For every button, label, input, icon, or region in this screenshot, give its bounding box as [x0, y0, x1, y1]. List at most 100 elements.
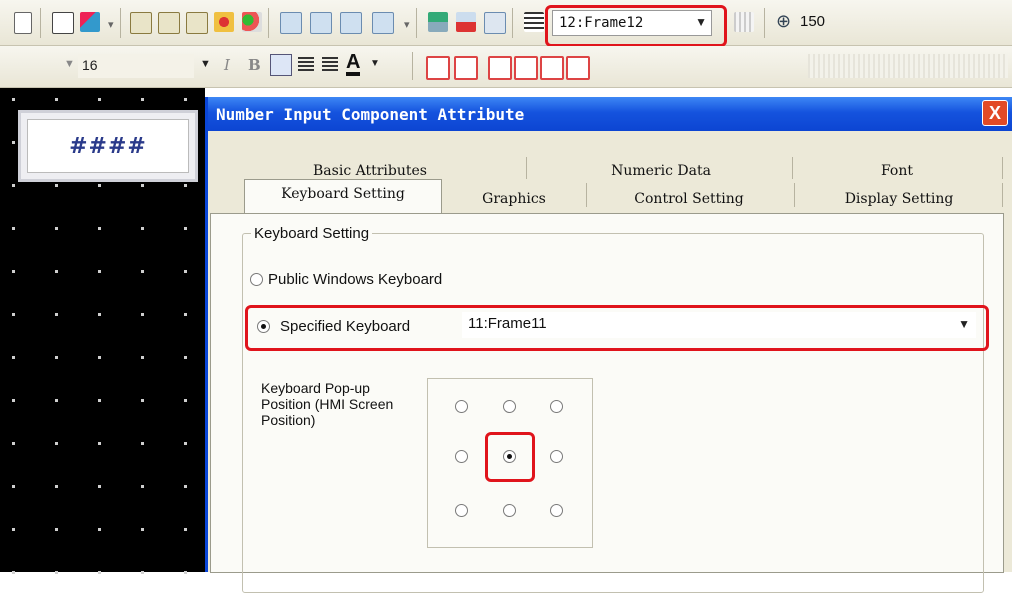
grid-icon[interactable] — [734, 12, 754, 32]
pattern-palette[interactable] — [808, 54, 1008, 78]
font-color-button[interactable]: A — [346, 52, 361, 76]
frame2-icon[interactable] — [340, 12, 362, 34]
link-icon[interactable] — [372, 12, 394, 34]
dialog-title: Number Input Component Attribute — [216, 105, 525, 124]
font-size-select[interactable]: 16 — [78, 54, 194, 78]
screen-canvas[interactable]: #### — [0, 88, 205, 574]
canvas-grid-dot — [12, 184, 15, 187]
public-keyboard-label[interactable]: Public Windows Keyboard — [268, 271, 442, 288]
delete-screen-icon[interactable] — [456, 12, 476, 32]
radio-bottom-center[interactable] — [503, 504, 516, 517]
canvas-grid-dot — [12, 227, 15, 230]
radio-bottom-left[interactable] — [455, 504, 468, 517]
canvas-grid-dot — [98, 98, 101, 101]
text-style3-icon[interactable] — [488, 56, 512, 80]
canvas-grid-dot — [12, 528, 15, 531]
canvas-grid-dot — [141, 313, 144, 316]
dialog-titlebar: Number Input Component Attribute X — [208, 97, 1012, 131]
tab-graphics[interactable]: Graphics — [444, 191, 584, 207]
highlight-middle-center — [485, 432, 535, 482]
bold-button[interactable]: B — [248, 56, 261, 74]
text-style5-icon[interactable] — [540, 56, 564, 80]
align-center-icon[interactable] — [298, 57, 314, 73]
add-screen-icon[interactable] — [428, 12, 448, 32]
canvas-grid-dot — [55, 399, 58, 402]
table-icon[interactable] — [524, 12, 544, 32]
canvas-grid-dot — [184, 399, 187, 402]
tab-display-setting[interactable]: Display Setting — [794, 191, 1004, 207]
chevron-down-icon[interactable]: ▼ — [64, 58, 75, 70]
highlight-frame-select — [545, 5, 727, 47]
popup-position-label: Keyboard Pop-up Position (HMI Screen Pos… — [261, 380, 394, 428]
radio-middle-right[interactable] — [550, 450, 563, 463]
canvas-grid-dot — [184, 571, 187, 574]
radio-top-right[interactable] — [550, 400, 563, 413]
page-icon[interactable] — [14, 12, 32, 34]
chevron-down-icon[interactable]: ▼ — [370, 58, 380, 69]
chart-icon[interactable] — [280, 12, 302, 34]
ungroup-icon[interactable] — [158, 12, 180, 34]
tab-numeric-data[interactable]: Numeric Data — [530, 163, 792, 179]
canvas-grid-dot — [98, 571, 101, 574]
tab-basic-attributes[interactable]: Basic Attributes — [210, 163, 530, 179]
radio-public-keyboard[interactable] — [250, 273, 263, 286]
canvas-grid-dot — [55, 528, 58, 531]
canvas-grid-dot — [184, 313, 187, 316]
radio-middle-left[interactable] — [455, 450, 468, 463]
text-style6-icon[interactable] — [566, 56, 590, 80]
number-display: #### — [69, 134, 147, 159]
canvas-grid-dot — [141, 98, 144, 101]
align-left-icon[interactable] — [270, 54, 292, 76]
canvas-grid-dot — [141, 528, 144, 531]
zoom-icon[interactable]: ⊕ — [776, 11, 791, 32]
text-style4-icon[interactable] — [514, 56, 538, 80]
radio-top-center[interactable] — [503, 400, 516, 413]
tab-label: Keyboard Setting — [281, 186, 405, 202]
canvas-grid-dot — [141, 270, 144, 273]
text-style2-icon[interactable] — [454, 56, 478, 80]
close-button[interactable]: X — [982, 100, 1008, 126]
radio-top-left[interactable] — [455, 400, 468, 413]
canvas-grid-dot — [184, 184, 187, 187]
color-icon[interactable] — [242, 12, 262, 32]
camera-icon[interactable] — [214, 12, 234, 32]
number-input-component[interactable]: #### — [18, 110, 198, 182]
format-toolbar: ▼ 16 ▼ I B A ▼ — [0, 46, 1012, 88]
group-icon[interactable] — [130, 12, 152, 34]
canvas-grid-dot — [12, 571, 15, 574]
canvas-grid-dot — [12, 313, 15, 316]
canvas-grid-dot — [55, 270, 58, 273]
tab-control-setting[interactable]: Control Setting — [584, 191, 794, 207]
frame-icon[interactable] — [310, 12, 332, 34]
canvas-grid-dot — [184, 270, 187, 273]
open-icon[interactable] — [52, 12, 74, 34]
paint-icon[interactable] — [80, 12, 100, 32]
italic-button[interactable]: I — [224, 56, 230, 74]
tab-keyboard-setting[interactable]: Keyboard Setting — [244, 179, 442, 215]
canvas-grid-dot — [55, 356, 58, 359]
tab-font[interactable]: Font — [792, 163, 1002, 179]
canvas-grid-dot — [98, 227, 101, 230]
canvas-grid-dot — [184, 98, 187, 101]
canvas-grid-dot — [98, 528, 101, 531]
chevron-down-icon[interactable]: ▼ — [200, 58, 211, 70]
canvas-grid-dot — [55, 313, 58, 316]
screen-icon[interactable] — [484, 12, 506, 34]
toolbar-grip: ▾ — [108, 19, 114, 31]
canvas-grid-dot — [184, 442, 187, 445]
canvas-grid-dot — [55, 98, 58, 101]
canvas-grid-dot — [98, 399, 101, 402]
canvas-grid-dot — [141, 356, 144, 359]
align-right-icon[interactable] — [322, 57, 338, 73]
canvas-grid-dot — [12, 98, 15, 101]
text-style-icon[interactable] — [426, 56, 450, 80]
toolbar-grip: ▾ — [404, 19, 410, 31]
radio-bottom-right[interactable] — [550, 504, 563, 517]
zoom-value: 150 — [800, 13, 826, 30]
number-input-inner: #### — [27, 119, 189, 173]
main-toolbar: ▾ ▾ 12:Frame12 ▼ ⊕ 150 — [0, 0, 1012, 47]
break-icon[interactable] — [186, 12, 208, 34]
canvas-grid-dot — [141, 227, 144, 230]
canvas-grid-dot — [12, 485, 15, 488]
group-title: Keyboard Setting — [251, 225, 373, 242]
